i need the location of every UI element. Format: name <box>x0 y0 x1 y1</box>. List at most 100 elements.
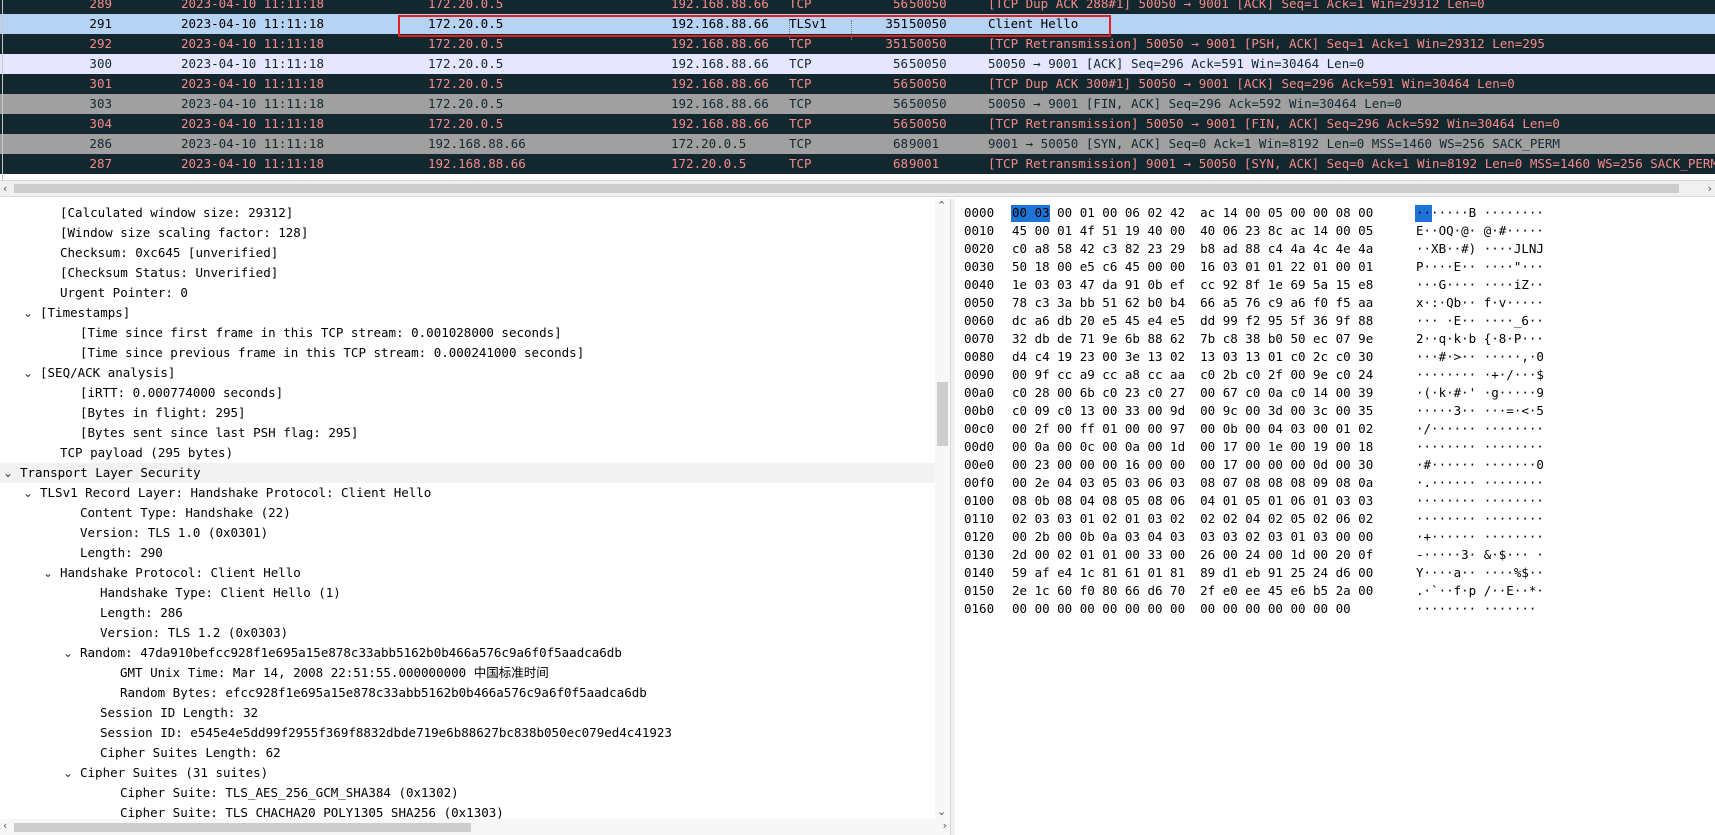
hex-bytes: 50 18 00 e5 c6 45 00 00 16 03 01 01 22 0… <box>1012 259 1374 274</box>
packet-row[interactable]: 304 2023-04-10 11:11:18 172.20.0.5 192.168.… <box>0 114 1715 134</box>
tree-node[interactable]: ⌄ Handshake Protocol: Client Hello <box>0 563 935 583</box>
tree-node[interactable]: ⌄ [SEQ/ACK analysis] <box>0 363 935 383</box>
hex-row[interactable]: 0130 2d 00 02 01 01 00 33 00 26 00 24 00 … <box>956 546 1715 564</box>
chevron-down-icon[interactable]: ⌄ <box>2 463 14 483</box>
hex-row[interactable]: 0070 32 db de 71 9e 6b 88 62 7b c8 38 b0 … <box>956 330 1715 348</box>
packet-row[interactable]: 286 2023-04-10 11:11:18 192.168.88.66 172.2… <box>0 134 1715 154</box>
pane-splitter[interactable] <box>950 199 955 835</box>
chevron-left-icon[interactable]: ‹ <box>3 182 7 196</box>
chevron-down-icon[interactable]: ⌄ <box>62 643 74 663</box>
hex-ascii: ········ ······· <box>1416 601 1537 616</box>
hex-row[interactable]: 0160 00 00 00 00 00 00 00 00 00 00 00 00 … <box>956 600 1715 618</box>
tree-node[interactable]: Length: 286 <box>0 603 935 623</box>
details-horizontal-scrollbar[interactable]: ‹ › <box>0 819 950 835</box>
tree-node[interactable]: Length: 290 <box>0 543 935 563</box>
hex-row[interactable]: 00c0 00 2f 00 ff 01 00 00 97 00 0b 00 04 … <box>956 420 1715 438</box>
tree-node[interactable]: [Bytes in flight: 295] <box>0 403 935 423</box>
scrollbar-thumb[interactable] <box>14 184 1679 193</box>
chevron-up-icon[interactable]: ⌃ <box>937 199 946 213</box>
tree-node[interactable]: Cipher Suite: TLS_CHACHA20_POLY1305_SHA2… <box>0 803 935 819</box>
hex-bytes: 00 03 00 01 00 06 02 42 ac 14 00 05 00 0… <box>1012 205 1374 220</box>
tree-node[interactable]: Urgent Pointer: 0 <box>0 283 935 303</box>
tree-node[interactable]: GMT Unix Time: Mar 14, 2008 22:51:55.000… <box>0 663 935 683</box>
tree-node[interactable]: Version: TLS 1.2 (0x0303) <box>0 623 935 643</box>
details-vertical-scrollbar[interactable]: ⌃ ⌄ <box>935 199 950 819</box>
packet-row[interactable]: 303 2023-04-10 11:11:18 172.20.0.5 192.168.… <box>0 94 1715 114</box>
packet-bytes-pane[interactable]: 0000 00 03 00 01 00 06 02 42 ac 14 00 05 … <box>956 199 1715 835</box>
hex-ascii: 2··q·k·b {·8·P··· <box>1416 331 1544 346</box>
packet-list-horizontal-scrollbar[interactable]: ‹ › <box>0 180 1715 197</box>
tree-node[interactable]: [Window size scaling factor: 128] <box>0 223 935 243</box>
hex-row[interactable]: 0140 59 af e4 1c 81 61 01 81 89 d1 eb 91 … <box>956 564 1715 582</box>
packet-row[interactable]: 292 2023-04-10 11:11:18 172.20.0.5 192.168.… <box>0 34 1715 54</box>
packet-row[interactable]: 289 2023-04-10 11:11:18 172.20.0.5 192.168.… <box>0 0 1715 14</box>
chevron-down-icon[interactable]: ⌄ <box>937 805 946 819</box>
packet-row[interactable]: 287 2023-04-10 11:11:18 192.168.88.66 172.2… <box>0 154 1715 174</box>
chevron-right-icon[interactable]: › <box>943 819 947 833</box>
hex-row[interactable]: 0000 00 03 00 01 00 06 02 42 ac 14 00 05 … <box>956 204 1715 222</box>
chevron-down-icon[interactable]: ⌄ <box>22 483 34 503</box>
hex-row[interactable]: 0150 2e 1c 60 f0 80 66 d6 70 2f e0 ee 45 … <box>956 582 1715 600</box>
hex-row[interactable]: 0110 02 03 03 01 02 01 03 02 02 02 04 02 … <box>956 510 1715 528</box>
hex-row[interactable]: 00d0 00 0a 00 0c 00 0a 00 1d 00 17 00 1e … <box>956 438 1715 456</box>
hex-row[interactable]: 0050 78 c3 3a bb 51 62 b0 b4 66 a5 76 c9 … <box>956 294 1715 312</box>
hex-row[interactable]: 0060 dc a6 db 20 e5 45 e4 e5 dd 99 f2 95 … <box>956 312 1715 330</box>
chevron-down-icon[interactable]: ⌄ <box>62 763 74 783</box>
packet-row[interactable]: 291 2023-04-10 11:11:18 172.20.0.5 192.168.… <box>0 14 1715 34</box>
hex-row[interactable]: 00e0 00 23 00 00 00 16 00 00 00 17 00 00 … <box>956 456 1715 474</box>
tree-node[interactable]: ⌄ [Timestamps] <box>0 303 935 323</box>
hex-row[interactable]: 0020 c0 a8 58 42 c3 82 23 29 b8 ad 88 c4 … <box>956 240 1715 258</box>
hex-row[interactable]: 00a0 c0 28 00 6b c0 23 c0 27 00 67 c0 0a … <box>956 384 1715 402</box>
tree-node[interactable]: ⌄ Transport Layer Security <box>0 463 935 483</box>
packet-row[interactable]: 301 2023-04-10 11:11:18 172.20.0.5 192.168.… <box>0 74 1715 94</box>
hex-row[interactable]: 0120 00 2b 00 0b 0a 03 04 03 03 03 02 03 … <box>956 528 1715 546</box>
hex-row[interactable]: 0090 00 9f cc a9 cc a8 cc aa c0 2b c0 2f … <box>956 366 1715 384</box>
scrollbar-thumb[interactable] <box>14 823 471 832</box>
tree-node[interactable]: ⌄ TLSv1 Record Layer: Handshake Protocol:… <box>0 483 935 503</box>
tree-node[interactable]: Version: TLS 1.0 (0x0301) <box>0 523 935 543</box>
tree-node[interactable]: Content Type: Handshake (22) <box>0 503 935 523</box>
tree-node[interactable]: ⌄ Cipher Suites (31 suites) <box>0 763 935 783</box>
tree-node[interactable]: Session ID: e545e4e5dd99f2955f369f8832db… <box>0 723 935 743</box>
packet-details-tree[interactable]: [Calculated window size: 29312] [Window s… <box>0 199 950 819</box>
hex-row[interactable]: 0010 45 00 01 4f 51 19 40 00 40 06 23 8c … <box>956 222 1715 240</box>
tree-node[interactable]: [Calculated window size: 29312] <box>0 203 935 223</box>
packet-time: 2023-04-10 11:11:18 <box>181 136 324 151</box>
packet-row[interactable]: 300 2023-04-10 11:11:18 172.20.0.5 192.168.… <box>0 54 1715 74</box>
tree-node[interactable]: [iRTT: 0.000774000 seconds] <box>0 383 935 403</box>
hex-ascii: ········ ········ <box>1416 439 1544 454</box>
tree-node[interactable]: [Time since previous frame in this TCP s… <box>0 343 935 363</box>
tree-node[interactable]: ⌄ Random: 47da910befcc928f1e695a15e878c33… <box>0 643 935 663</box>
tree-node[interactable]: [Time since first frame in this TCP stre… <box>0 323 935 343</box>
hex-ascii: ········ ········ <box>1416 511 1544 526</box>
tree-node[interactable]: TCP payload (295 bytes) <box>0 443 935 463</box>
packet-list[interactable]: 289 2023-04-10 11:11:18 172.20.0.5 192.168.… <box>0 0 1715 180</box>
hex-row[interactable]: 0080 d4 c4 19 23 00 3e 13 02 13 03 13 01 … <box>956 348 1715 366</box>
chevron-down-icon[interactable]: ⌄ <box>42 563 54 583</box>
hex-ascii: ··XB··#) ····JLNJ <box>1416 241 1544 256</box>
hex-bytes: c0 a8 58 42 c3 82 23 29 b8 ad 88 c4 4a 4… <box>1012 241 1374 256</box>
tree-node[interactable]: Cipher Suites Length: 62 <box>0 743 935 763</box>
hex-row[interactable]: 0100 08 0b 08 04 08 05 08 06 04 01 05 01 … <box>956 492 1715 510</box>
scrollbar-thumb[interactable] <box>937 382 948 446</box>
tree-node[interactable]: Checksum: 0xc645 [unverified] <box>0 243 935 263</box>
hex-bytes: c0 09 c0 13 00 33 00 9d 00 9c 00 3d 00 3… <box>1012 403 1374 418</box>
chevron-right-icon[interactable]: › <box>1708 182 1712 196</box>
tree-node[interactable]: Handshake Type: Client Hello (1) <box>0 583 935 603</box>
hex-row[interactable]: 00b0 c0 09 c0 13 00 33 00 9d 00 9c 00 3d … <box>956 402 1715 420</box>
tree-node[interactable]: Cipher Suite: TLS_AES_256_GCM_SHA384 (0x… <box>0 783 935 803</box>
hex-row[interactable]: 0030 50 18 00 e5 c6 45 00 00 16 03 01 01 … <box>956 258 1715 276</box>
column-divider <box>2 0 3 180</box>
tree-node[interactable]: [Bytes sent since last PSH flag: 295] <box>0 423 935 443</box>
tree-node-label: Version: TLS 1.2 (0x0303) <box>100 625 289 640</box>
packet-length: 351 <box>885 36 908 51</box>
hex-row[interactable]: 0040 1e 03 03 47 da 91 0b ef cc 92 8f 1e … <box>956 276 1715 294</box>
hex-bytes: 59 af e4 1c 81 61 01 81 89 d1 eb 91 25 2… <box>1012 565 1374 580</box>
chevron-down-icon[interactable]: ⌄ <box>22 363 34 383</box>
tree-node[interactable]: [Checksum Status: Unverified] <box>0 263 935 283</box>
tree-node[interactable]: Session ID Length: 32 <box>0 703 935 723</box>
tree-node[interactable]: Random Bytes: efcc928f1e695a15e878c33abb… <box>0 683 935 703</box>
chevron-down-icon[interactable]: ⌄ <box>22 303 34 323</box>
chevron-left-icon[interactable]: ‹ <box>3 819 7 833</box>
hex-row[interactable]: 00f0 00 2e 04 03 05 03 06 03 08 07 08 08 … <box>956 474 1715 492</box>
